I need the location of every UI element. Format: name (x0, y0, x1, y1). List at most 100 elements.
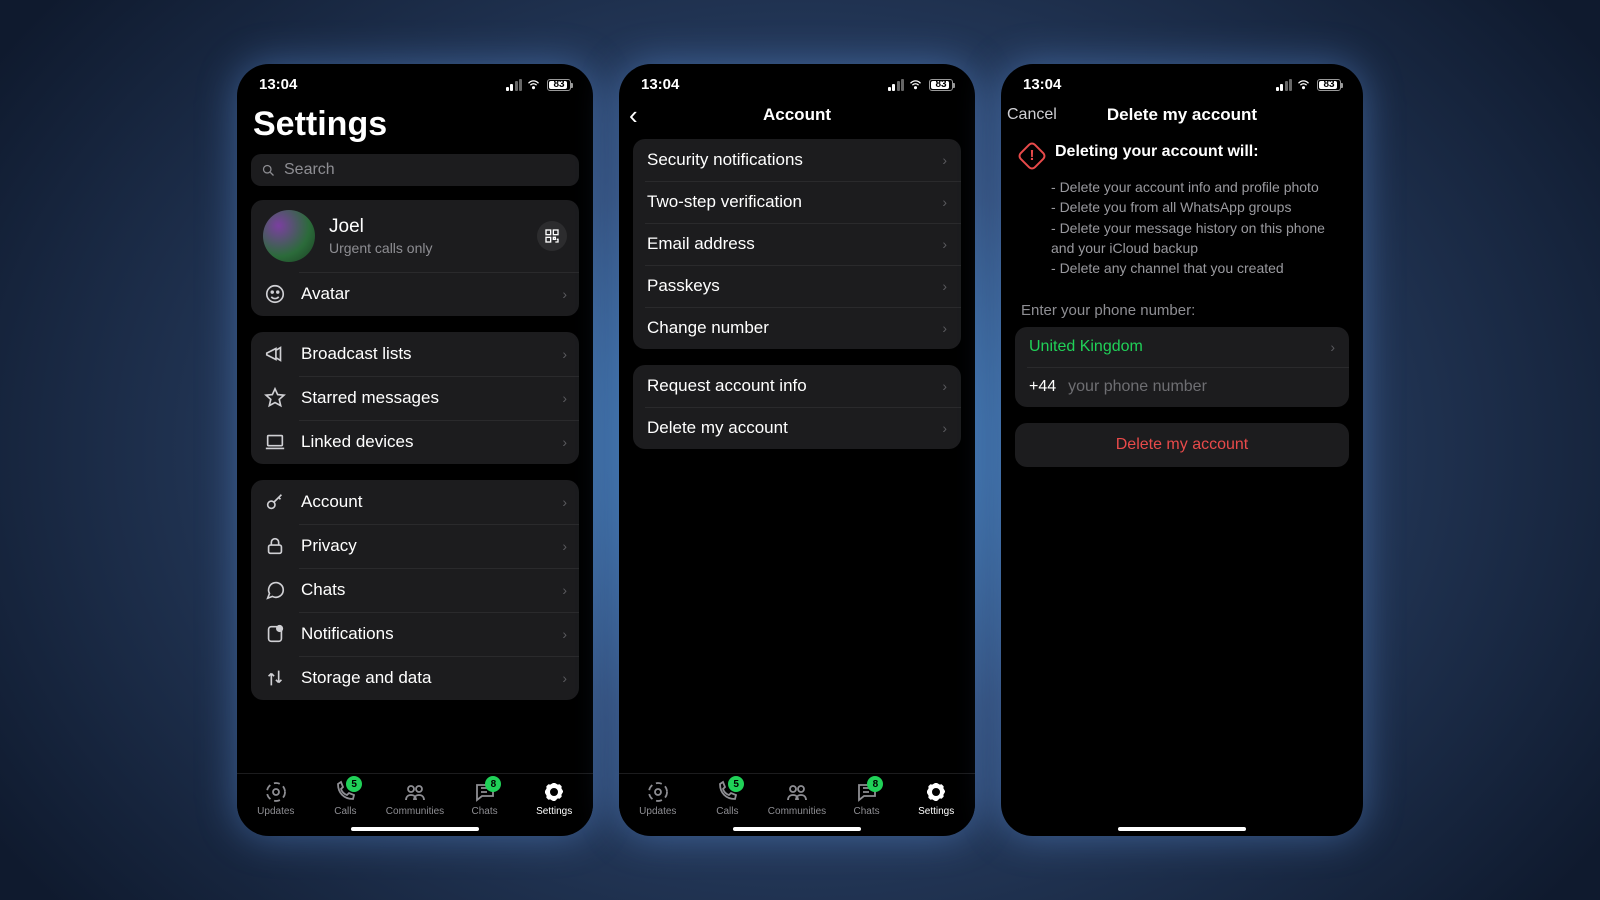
chats-badge: 8 (485, 776, 501, 792)
privacy-row[interactable]: Privacy› (251, 524, 579, 568)
status-time: 13:04 (641, 76, 679, 93)
chevron-right-icon: › (942, 378, 947, 394)
calls-badge: 5 (346, 776, 362, 792)
security-notifications-row[interactable]: Security notifications› (633, 139, 961, 181)
nav-title: Account (619, 105, 975, 125)
chevron-right-icon: › (942, 194, 947, 210)
updown-icon (263, 666, 287, 690)
delete-account-screen: 13:04 83 Cancel Delete my account Deleti… (1001, 64, 1363, 836)
chats-badge: 8 (867, 776, 883, 792)
home-indicator (1118, 827, 1246, 831)
megaphone-icon (263, 342, 287, 366)
tab-bar: Updates 5Calls Communities 8Chats Settin… (619, 773, 975, 821)
settings-screen: 13:04 83 Settings Search Joel Urgent cal… (237, 64, 593, 836)
tab-updates[interactable]: Updates (623, 780, 693, 817)
profile-status: Urgent calls only (329, 240, 523, 256)
face-icon (263, 282, 287, 306)
two-step-verification-row[interactable]: Two-step verification› (633, 181, 961, 223)
tab-settings[interactable]: Settings (901, 780, 971, 817)
warning-icon (1016, 140, 1047, 171)
passkeys-row[interactable]: Passkeys› (633, 265, 961, 307)
chevron-right-icon: › (562, 434, 567, 450)
signal-icon (506, 79, 523, 91)
chevron-right-icon: › (1330, 339, 1335, 355)
communities-icon (785, 780, 809, 804)
tab-chats[interactable]: 8Chats (832, 780, 902, 817)
profile-row[interactable]: Joel Urgent calls only (251, 200, 579, 272)
profile-name: Joel (329, 216, 523, 238)
home-indicator (733, 827, 861, 831)
avatar-row[interactable]: Avatar › (251, 272, 579, 316)
storage-row[interactable]: Storage and data› (251, 656, 579, 700)
home-indicator (351, 827, 479, 831)
signal-icon (888, 79, 905, 91)
chevron-right-icon: › (562, 582, 567, 598)
qr-button[interactable] (537, 221, 567, 251)
account-row[interactable]: Account› (251, 480, 579, 524)
chats-row[interactable]: Chats› (251, 568, 579, 612)
chevron-right-icon: › (942, 236, 947, 252)
battery-icon: 83 (545, 79, 571, 91)
tab-settings[interactable]: Settings (519, 780, 589, 817)
linked-devices-row[interactable]: Linked devices› (251, 420, 579, 464)
tab-calls[interactable]: 5Calls (693, 780, 763, 817)
chevron-right-icon: › (942, 420, 947, 436)
starred-messages-row[interactable]: Starred messages› (251, 376, 579, 420)
chevron-right-icon: › (562, 286, 567, 302)
lock-icon (263, 534, 287, 558)
page-title: Settings (251, 97, 579, 154)
request-account-info-row[interactable]: Request account info› (633, 365, 961, 407)
status-time: 13:04 (1023, 76, 1061, 93)
chevron-right-icon: › (942, 278, 947, 294)
chevron-right-icon: › (562, 390, 567, 406)
tab-calls[interactable]: 5Calls (311, 780, 381, 817)
phone-placeholder: your phone number (1068, 378, 1207, 396)
chevron-right-icon: › (562, 626, 567, 642)
search-icon (261, 163, 276, 178)
search-input[interactable]: Search (251, 154, 579, 186)
country-selector[interactable]: United Kingdom › (1015, 327, 1349, 367)
wifi-icon (908, 77, 923, 92)
notification-icon (263, 622, 287, 646)
updates-icon (646, 780, 670, 804)
star-icon (263, 386, 287, 410)
chevron-right-icon: › (562, 346, 567, 362)
communities-icon (403, 780, 427, 804)
chevron-right-icon: › (562, 670, 567, 686)
chat-icon (263, 578, 287, 602)
tab-chats[interactable]: 8Chats (450, 780, 520, 817)
broadcast-lists-row[interactable]: Broadcast lists› (251, 332, 579, 376)
warning-title: Deleting your account will: (1055, 143, 1259, 167)
avatar (263, 210, 315, 262)
status-time: 13:04 (259, 76, 297, 93)
delete-account-button[interactable]: Delete my account (1015, 423, 1349, 467)
search-placeholder: Search (284, 161, 335, 179)
qr-icon (544, 228, 560, 244)
calls-badge: 5 (728, 776, 744, 792)
battery-icon: 83 (1315, 79, 1341, 91)
chevron-right-icon: › (942, 152, 947, 168)
gear-icon (542, 780, 566, 804)
change-number-row[interactable]: Change number› (633, 307, 961, 349)
chevron-right-icon: › (562, 538, 567, 554)
gear-icon (924, 780, 948, 804)
tab-communities[interactable]: Communities (380, 780, 450, 817)
battery-icon: 83 (927, 79, 953, 91)
status-bar: 13:04 83 (619, 64, 975, 97)
delete-my-account-row[interactable]: Delete my account› (633, 407, 961, 449)
nav-title: Delete my account (1001, 105, 1363, 125)
tab-bar: Updates 5Calls Communities 8Chats Settin… (237, 773, 593, 821)
phone-number-input[interactable]: +44 your phone number (1015, 367, 1349, 407)
chevron-right-icon: › (562, 494, 567, 510)
signal-icon (1276, 79, 1293, 91)
status-bar: 13:04 83 (237, 64, 593, 97)
wifi-icon (526, 77, 541, 92)
laptop-icon (263, 430, 287, 454)
tab-updates[interactable]: Updates (241, 780, 311, 817)
updates-icon (264, 780, 288, 804)
key-icon (263, 490, 287, 514)
email-address-row[interactable]: Email address› (633, 223, 961, 265)
status-bar: 13:04 83 (1001, 64, 1363, 97)
notifications-row[interactable]: Notifications› (251, 612, 579, 656)
tab-communities[interactable]: Communities (762, 780, 832, 817)
